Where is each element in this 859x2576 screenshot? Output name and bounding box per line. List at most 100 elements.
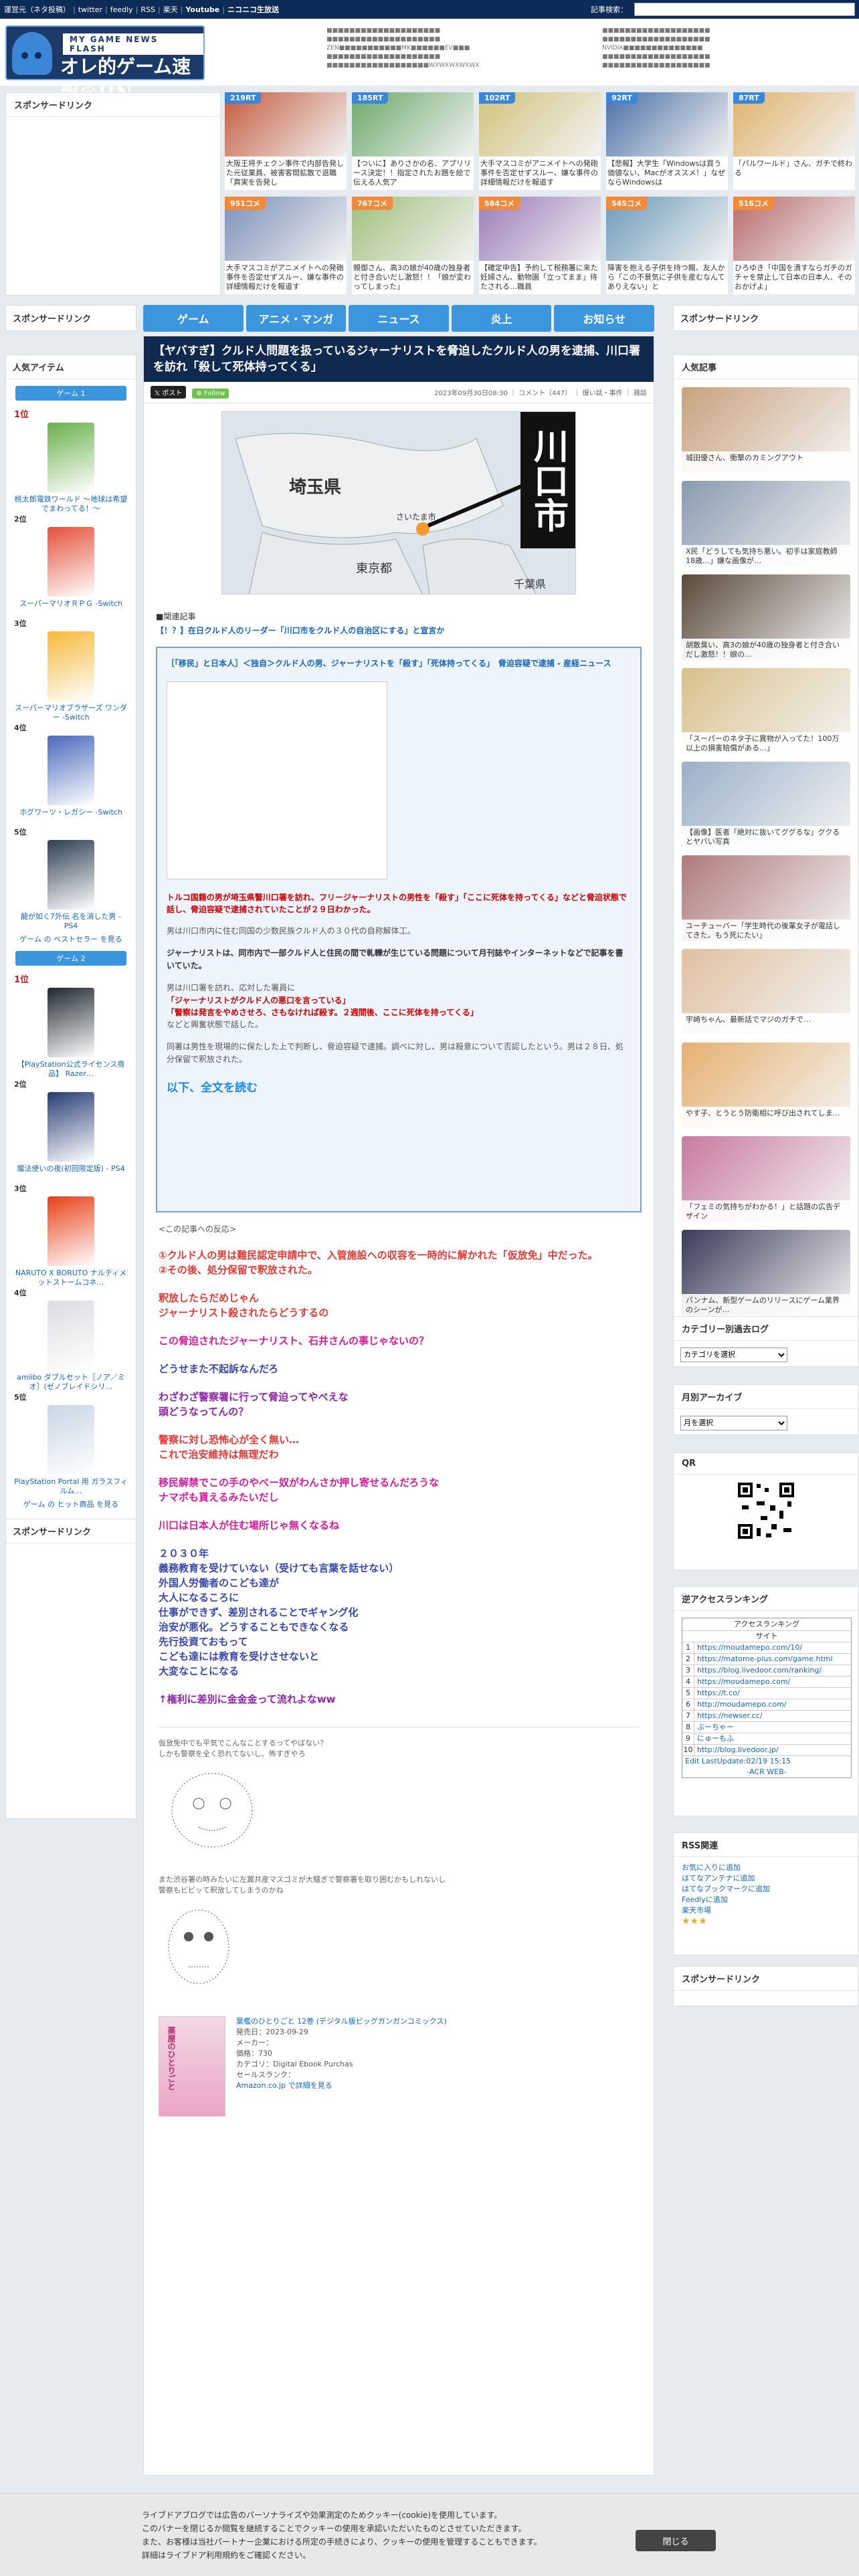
cookie-line-4[interactable]: 詳細はライブドア利用規約をご確認ください。 [142,2549,542,2562]
source-link[interactable]: ［「移民」と日本人］＜独自＞クルド人の男、ジャーナリストを「殺す」「死体持ってく… [167,657,631,669]
trending-caption[interactable]: 大手マスコミがアニメイトへの発砲事件を否定せずスルー、嫌な事件の詳細情報だけを報… [225,261,347,294]
ranking-site-link[interactable]: http://blog.livedoor.jp/ [694,1745,779,1755]
trending-card[interactable]: 951コメ 大手マスコミがアニメイトへの発砲事件を否定せずスルー、嫌な事件の詳細情… [225,197,347,296]
trending-caption[interactable]: 【確定申告】予約して税務署に来た妊婦さん、動物園「立ってまま」待たされる…職員 [479,261,601,294]
popular-article[interactable]: バンナム、新型ゲームのリリースにゲーム業界のシーンが… [682,1230,850,1315]
rss-favorite-link[interactable]: お気に入りに追加 [682,1862,850,1873]
trending-thumbnail[interactable]: 185RT [352,92,474,156]
ranking-site-link[interactable]: https://t.co/ [694,1688,740,1699]
trending-card[interactable]: 219RT 大阪王将チェクン事件で内部告発した元従業員、被害客間拡散で退職「真実を… [225,92,347,191]
ranking-site-link[interactable]: https://moudamepo.com/10/ [694,1642,802,1653]
item-name[interactable]: ホグワーツ・レガシー -Switch [6,808,136,827]
topbar-link-rakuten[interactable]: 楽天 [163,4,178,15]
popular-article[interactable]: X民「どうしても気持ち悪い。初手は家庭教師18歳…」嫌な画像が… [682,481,850,566]
ranking-site-link[interactable]: https://blog.livedoor.com/ranking/ [694,1665,822,1676]
trending-thumbnail[interactable]: 584コメ [479,197,601,261]
item-name[interactable]: amiibo ダブルセット［ノア／ミオ］(ゼノブレイドシリ… [6,1373,136,1392]
trending-thumbnail[interactable]: 545コメ [606,197,728,261]
item-image[interactable] [47,631,94,701]
trending-card[interactable]: 185RT 【ついに】ありさかの名、アプリリース決定！！指定されたお題を絵で伝える… [352,92,474,191]
item-image[interactable] [47,1405,94,1475]
trending-caption[interactable]: 大手マスコミがアニメイトへの発砲事件を否定せずスルー、嫌な事件の詳細情報だけを報… [479,156,601,190]
trending-thumbnail[interactable]: 102RT [479,92,601,156]
topbar-link-twitter[interactable]: twitter [78,5,102,14]
trending-thumbnail[interactable]: 92RT [606,92,728,156]
ranking-site-link[interactable]: http://moudamepo.com/ [694,1699,787,1710]
popular-article-title[interactable]: 「フェミの気持ちがわかる！」と話題の広告デザイン [682,1200,850,1222]
item-name[interactable]: スーパーマリオブラザーズ ワンダー -Switch [6,704,136,722]
popular-article[interactable]: 「スーパーのネタ子に異物が入ってた！100万以上の損害賠償がある…」 [682,668,850,754]
rss-feedly-link[interactable]: Feedlyに追加 [682,1895,850,1905]
popular-article[interactable]: 胡散臭い、高3の娘が40歳の独身者と付き合いだし激怒！！娘の… [682,574,850,660]
month-select[interactable]: 月を選択 [680,1416,787,1430]
trending-thumbnail[interactable]: 767コメ [352,197,474,261]
trending-card[interactable]: 767コメ 親御さん、高3の娘が40歳の独身者と付き合いだし激怒！！「娘が変わって… [352,197,474,296]
acr-web-link[interactable]: -ACR WEB- [682,1767,851,1778]
popular-article-title[interactable]: ユーチューバー「学生時代の後輩女子が電話してきた。もう死にたい」 [682,920,850,941]
item-image[interactable] [47,1301,94,1370]
bestseller-link[interactable]: ゲーム の ベストセラー を見る [6,934,136,944]
trending-caption[interactable]: ひろゆき「中国を潰すならガチのガチャを禁止して日本の日本人、そのおかげよ」 [733,261,855,294]
popular-article-title[interactable]: やす子、とうとう防衛相に呼び出されてしま… [682,1107,850,1128]
product-title[interactable]: 葉檻のひとりごと 12巻 (デジタル版ビッグガンガンコミックス) [236,2016,447,2027]
trending-thumbnail[interactable]: 219RT [225,92,347,156]
popular-article-title[interactable]: 胡散臭い、高3の娘が40歳の独身者と付き合いだし激怒！！娘の… [682,639,850,660]
article-title[interactable]: 【ヤバすぎ】クルド人問題を扱っているジャーナリストを脅迫したクルド人の男を逮捕、… [144,336,654,382]
related-link[interactable]: 【！？】在日クルド人のリーダー「川口市をクルド人の自治区にする」と宣言か [156,625,642,636]
popular-article-title[interactable]: 城田優さん、衝撃のカミングアウト [682,451,850,473]
item-name[interactable]: 龍が如く7外伝 名を消した男 - PS4 [6,912,136,931]
trending-card[interactable]: 516コメ ひろゆき「中国を潰すならガチのガチャを禁止して日本の日本人、そのおかげ… [733,197,855,296]
popular-article-title[interactable]: バンナム、新型ゲームのリリースにゲーム業界のシーンが… [682,1294,850,1315]
trending-thumbnail[interactable]: 87RT [733,92,855,156]
trending-card[interactable]: 545コメ 障害を抱える子供を持つ親、友人から「この不景気に子供を産むなんてありえ… [606,197,728,296]
topbar-link-youtube[interactable]: Youtube [185,5,219,14]
tab-game-2[interactable]: ゲーム 2 [15,951,126,966]
ranking-site-link[interactable]: https://newser.cc/ [694,1711,762,1721]
nav-announcements[interactable]: お知らせ [554,305,654,332]
hit-products-link[interactable]: ゲーム の ヒット商品 を見る [6,1499,136,1509]
item-name[interactable]: PlayStation Portal 用 ガラスフィルム… [6,1477,136,1496]
popular-article[interactable]: 【画像】医者「絶対に抜いてググるな」グクるとヤバい写真 [682,762,850,847]
item-name[interactable]: 【PlayStation公式ライセンス商品】 Razer… [6,1060,136,1079]
item-image[interactable] [47,1196,94,1266]
tab-game-1[interactable]: ゲーム 1 [15,386,126,401]
site-logo[interactable]: MY GAME NEWS FLASH オレ的ゲーム速報@JIN [5,25,205,104]
trending-caption[interactable]: 【悲報】大学生「Windowsは買う価値ない、Macがオススメ！」なぜならWin… [606,156,728,190]
ranking-site-link[interactable]: にゅーもふ [694,1733,734,1744]
item-image[interactable] [47,736,94,805]
item-image[interactable] [47,527,94,597]
item-image[interactable] [47,840,94,909]
popular-article-title[interactable]: 「スーパーのネタ子に異物が入ってた！100万以上の損害賠償がある…」 [682,732,850,754]
item-image[interactable] [47,423,94,492]
nav-anime-manga[interactable]: アニメ・マンガ [246,305,347,332]
search-input[interactable] [634,3,855,16]
cookie-close-button[interactable]: 閉じる [636,2530,716,2551]
popular-article-title[interactable]: X民「どうしても気持ち悪い。初手は家庭教師18歳…」嫌な画像が… [682,545,850,566]
popular-article-title[interactable]: 【画像】医者「絶対に抜いてググるな」グクるとヤバい写真 [682,826,850,847]
follow-button[interactable]: ⊕ Follow [192,389,229,399]
trending-thumbnail[interactable]: 516コメ [733,197,855,261]
trending-card[interactable]: 87RT 「パルワールド」さん、ガチで終わる [733,92,855,191]
trending-caption[interactable]: 障害を抱える子供を持つ親、友人から「この不景気に子供を産むなんてありえない」と [606,261,728,294]
rss-hatena-antenna-link[interactable]: はてなアンテナに追加 [682,1873,850,1884]
trending-caption[interactable]: 大阪王将チェクン事件で内部告発した元従業員、被害客間拡散で退職「真実を告発し [225,156,347,190]
embedded-frame[interactable] [167,681,387,879]
trending-thumbnail[interactable]: 951コメ [225,197,347,261]
nav-flame[interactable]: 炎上 [451,305,552,332]
amazon-link[interactable]: Amazon.co.jp で詳細を見る [236,2080,447,2091]
topbar-link-niconico[interactable]: ニコニコ生放送 [227,4,279,15]
nav-news[interactable]: ニュース [349,305,449,332]
trending-card[interactable]: 584コメ 【確定申告】予約して税務署に来た妊婦さん、動物園「立ってまま」待たされ… [479,197,601,296]
header-ad-left[interactable]: ■■■■■■■■■■■■■■■■■■■■ ■■■■■■■■■■■■■■■■■■■■… [326,27,527,80]
trending-caption[interactable]: 親御さん、高3の娘が40歳の独身者と付き合いだし激怒！！「娘が変わってしまった」 [352,261,474,294]
trending-caption[interactable]: 【ついに】ありさかの名、アプリリース決定！！指定されたお題を絵で伝える人気ア [352,156,474,190]
item-name[interactable]: 魔法使いの夜(初回限定版) - PS4 [6,1164,136,1183]
trending-card[interactable]: 102RT 大手マスコミがアニメイトへの発砲事件を否定せずスルー、嫌な事件の詳細情… [479,92,601,191]
trending-caption[interactable]: 「パルワールド」さん、ガチで終わる [733,156,855,190]
item-name[interactable]: NARUTO X BORUTO ナルティメットストームコネ… [6,1269,136,1287]
popular-article[interactable]: 城田優さん、衝撃のカミングアウト [682,387,850,473]
popular-article[interactable]: やす子、とうとう防衛相に呼び出されてしま… [682,1043,850,1128]
category-select[interactable]: カテゴリを選択 [680,1348,787,1362]
rss-rakuten-link[interactable]: 楽天市場 [682,1905,850,1916]
nav-game[interactable]: ゲーム [143,305,244,332]
